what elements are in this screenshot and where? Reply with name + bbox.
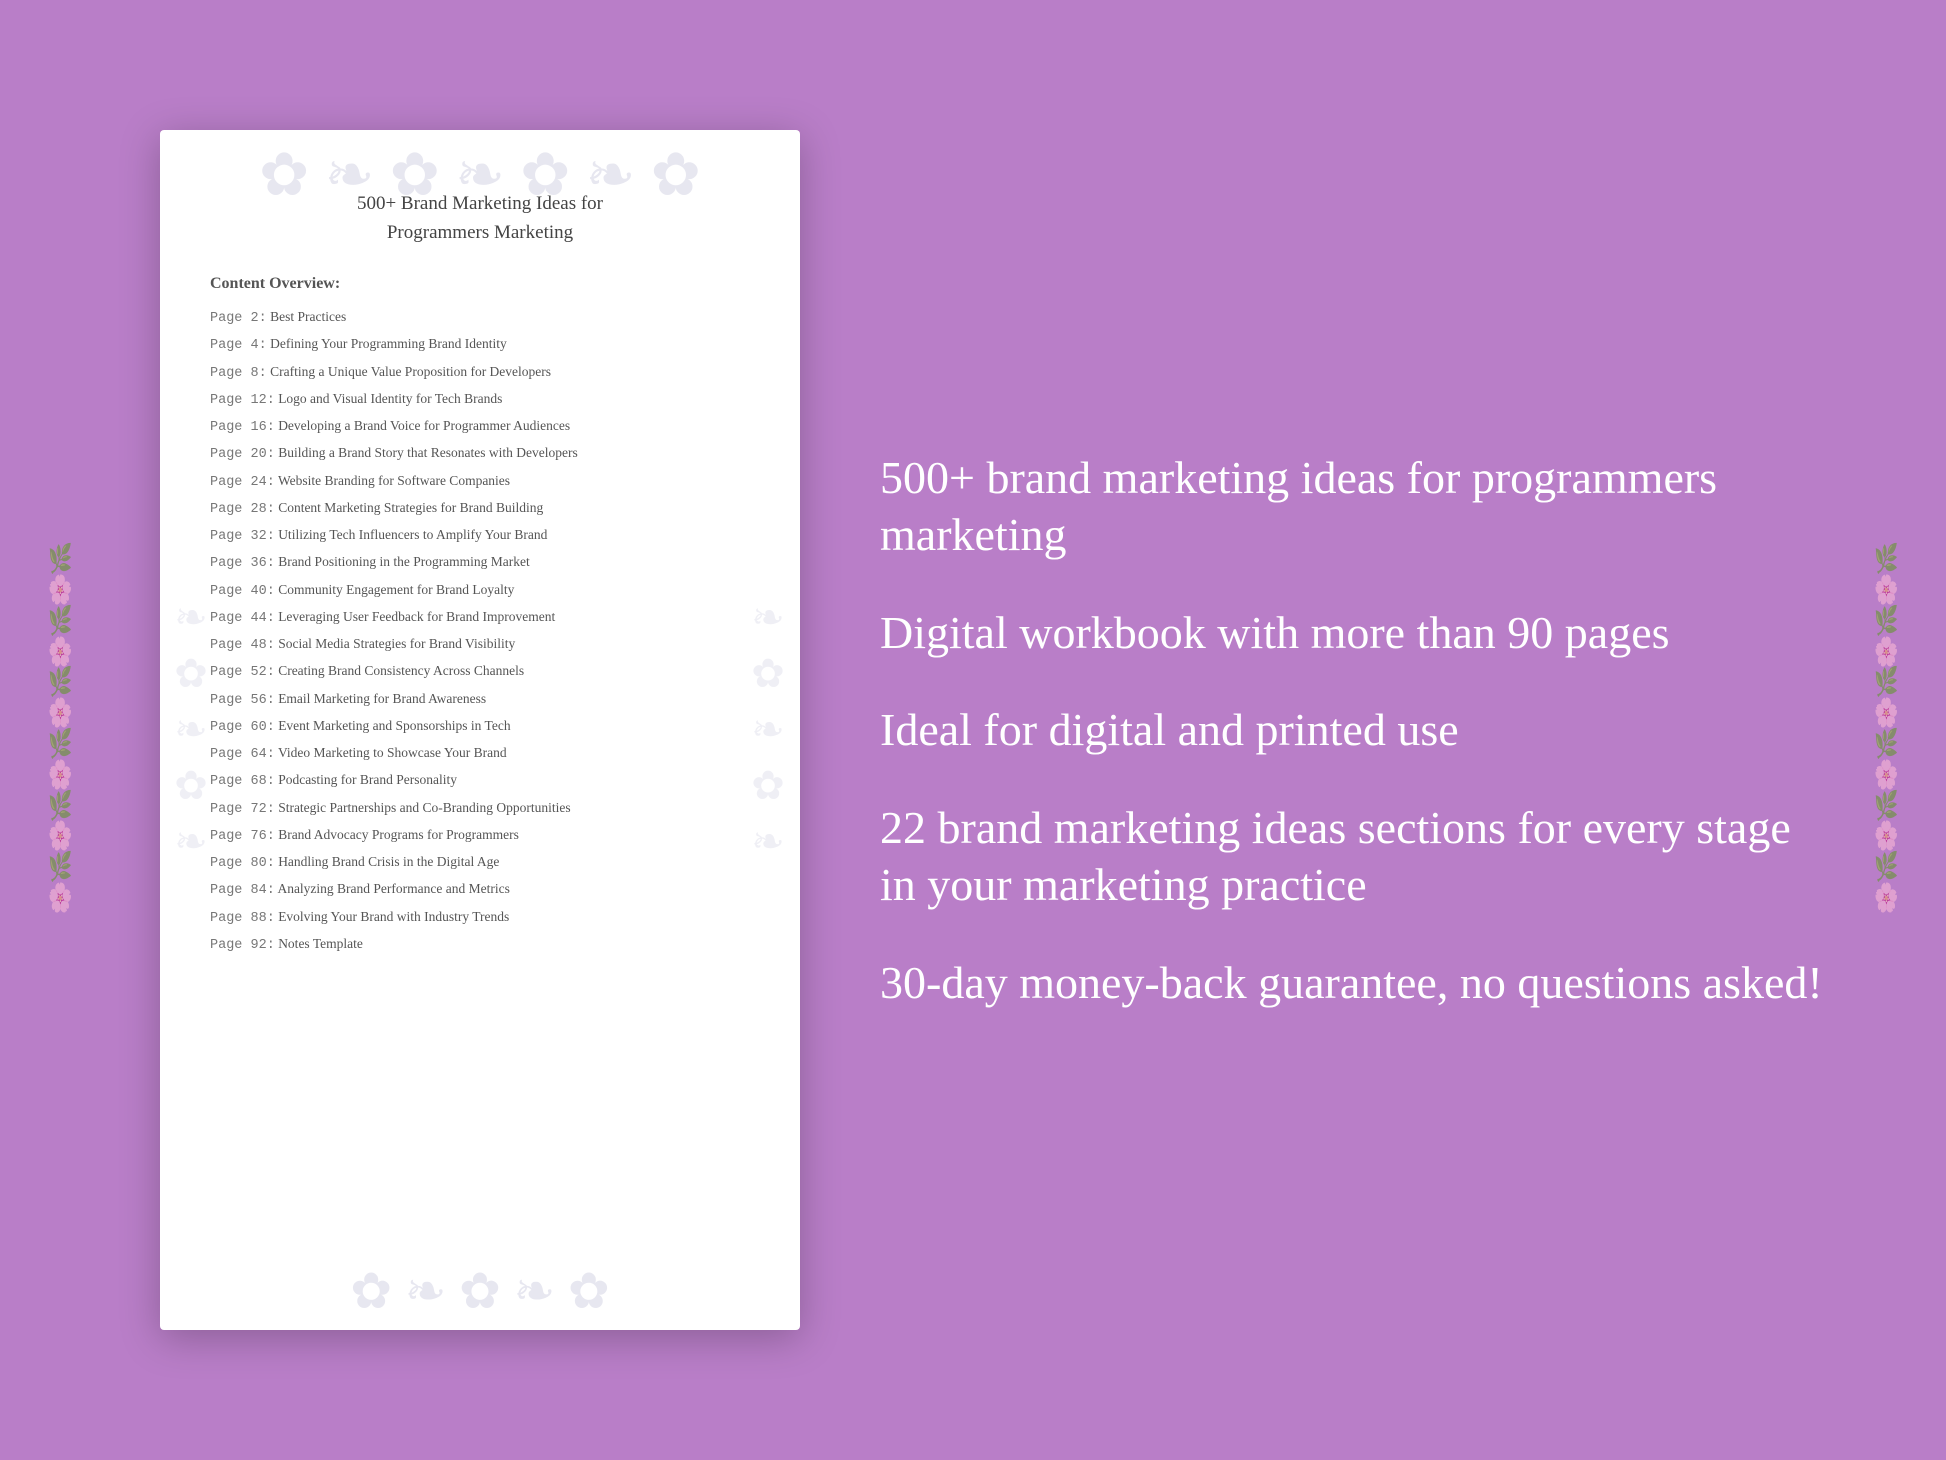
doc-top-ornament: ✿ ❧ ✿ ❧ ✿ ❧ ✿ bbox=[259, 140, 701, 210]
toc-item: Page 16: Developing a Brand Voice for Pr… bbox=[210, 416, 750, 438]
toc-item: Page 80: Handling Brand Crisis in the Di… bbox=[210, 852, 750, 874]
document-preview: ✿ ❧ ✿ ❧ ✿ ❧ ✿ ✿ ❧ ✿ ❧ ✿ ❧ ✿ ❧ ✿ ❧ ❧ ✿ ❧ … bbox=[160, 130, 800, 1330]
doc-bottom-ornament: ✿ ❧ ✿ ❧ ✿ bbox=[350, 1262, 609, 1320]
toc-item: Page 24: Website Branding for Software C… bbox=[210, 471, 750, 493]
toc-item: Page 32: Utilizing Tech Influencers to A… bbox=[210, 525, 750, 547]
feature-text: 500+ brand marketing ideas for programme… bbox=[880, 449, 1826, 564]
toc-item: Page 60: Event Marketing and Sponsorship… bbox=[210, 716, 750, 738]
feature-text: 30-day money-back guarantee, no question… bbox=[880, 954, 1826, 1012]
table-of-contents: Page 2: Best Practices Page 4: Defining Y… bbox=[210, 307, 750, 956]
toc-item: Page 64: Video Marketing to Showcase You… bbox=[210, 743, 750, 765]
toc-item: Page 92: Notes Template bbox=[210, 934, 750, 956]
doc-right-ornament: ❧ ✿ ❧ ✿ ❧ bbox=[745, 595, 792, 865]
toc-item: Page 20: Building a Brand Story that Res… bbox=[210, 443, 750, 465]
toc-item: Page 56: Email Marketing for Brand Aware… bbox=[210, 689, 750, 711]
toc-item: Page 52: Creating Brand Consistency Acro… bbox=[210, 661, 750, 683]
toc-item: Page 88: Evolving Your Brand with Indust… bbox=[210, 907, 750, 929]
toc-item: Page 8: Crafting a Unique Value Proposit… bbox=[210, 362, 750, 384]
toc-item: Page 40: Community Engagement for Brand … bbox=[210, 580, 750, 602]
toc-item: Page 84: Analyzing Brand Performance and… bbox=[210, 879, 750, 901]
toc-item: Page 48: Social Media Strategies for Bra… bbox=[210, 634, 750, 656]
toc-item: Page 4: Defining Your Programming Brand … bbox=[210, 334, 750, 356]
feature-text: 22 brand marketing ideas sections for ev… bbox=[880, 799, 1826, 914]
feature-text: Ideal for digital and printed use bbox=[880, 701, 1826, 759]
features-panel: 500+ brand marketing ideas for programme… bbox=[880, 449, 1866, 1012]
main-layout: ✿ ❧ ✿ ❧ ✿ ❧ ✿ ✿ ❧ ✿ ❧ ✿ ❧ ✿ ❧ ✿ ❧ ❧ ✿ ❧ … bbox=[0, 0, 1946, 1460]
feature-text: Digital workbook with more than 90 pages bbox=[880, 604, 1826, 662]
toc-item: Page 2: Best Practices bbox=[210, 307, 750, 329]
toc-item: Page 76: Brand Advocacy Programs for Pro… bbox=[210, 825, 750, 847]
content-overview-label: Content Overview: bbox=[210, 275, 750, 293]
toc-item: Page 36: Brand Positioning in the Progra… bbox=[210, 552, 750, 574]
toc-item: Page 28: Content Marketing Strategies fo… bbox=[210, 498, 750, 520]
toc-item: Page 68: Podcasting for Brand Personalit… bbox=[210, 770, 750, 792]
toc-item: Page 12: Logo and Visual Identity for Te… bbox=[210, 389, 750, 411]
doc-left-ornament: ❧ ✿ ❧ ✿ ❧ bbox=[168, 595, 215, 865]
toc-item: Page 44: Leveraging User Feedback for Br… bbox=[210, 607, 750, 629]
toc-item: Page 72: Strategic Partnerships and Co-B… bbox=[210, 798, 750, 820]
